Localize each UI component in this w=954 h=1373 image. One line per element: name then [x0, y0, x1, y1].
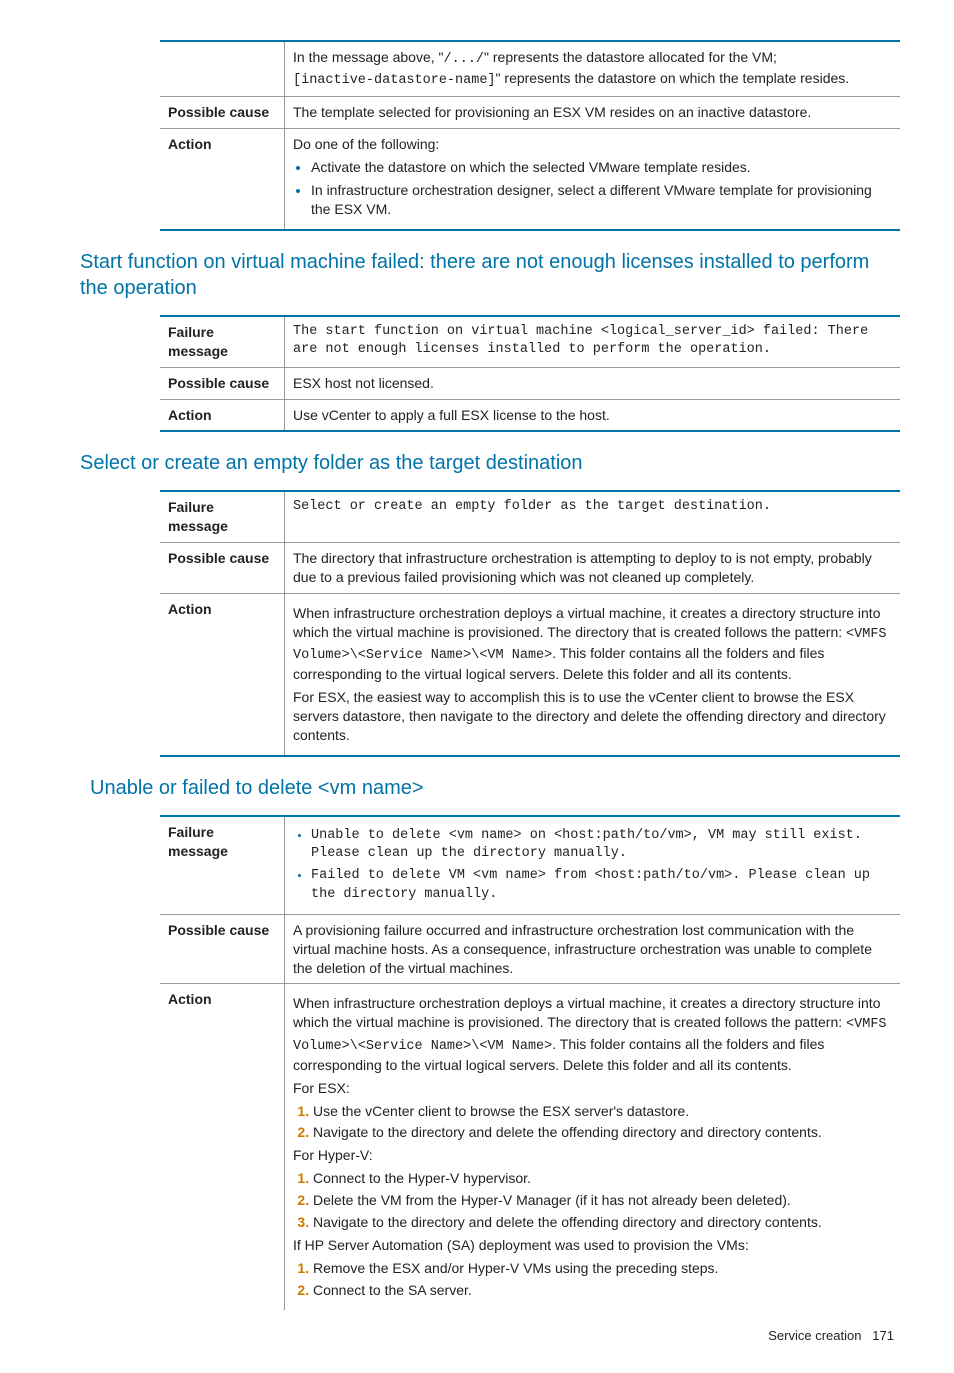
text: When infrastructure orchestration deploy… — [293, 605, 880, 640]
row-content: In the message above, "/.../" represents… — [285, 41, 901, 97]
list-item: Navigate to the directory and delete the… — [313, 1213, 892, 1232]
bullet-list: Unable to delete <vm name> on <host:path… — [293, 827, 892, 904]
list-item: Navigate to the directory and delete the… — [313, 1123, 892, 1142]
row-label: Possible cause — [160, 367, 285, 399]
text: " represents the datastore allocated for… — [484, 49, 777, 65]
list-item: Unable to delete <vm name> on <host:path… — [311, 827, 892, 863]
text: If HP Server Automation (SA) deployment … — [293, 1236, 892, 1255]
table-datastore: In the message above, "/.../" represents… — [160, 40, 900, 231]
list-item: Connect to the SA server. — [313, 1281, 892, 1300]
list-item: In infrastructure orchestration designer… — [311, 181, 892, 219]
row-label: Action — [160, 594, 285, 756]
table-row: Failure message The start function on vi… — [160, 316, 900, 367]
list-item: Connect to the Hyper-V hypervisor. — [313, 1169, 892, 1188]
table-row: Action Use vCenter to apply a full ESX l… — [160, 399, 900, 431]
row-label: Possible cause — [160, 914, 285, 984]
ordered-list: Use the vCenter client to browse the ESX… — [293, 1102, 892, 1143]
row-content: Select or create an empty folder as the … — [285, 491, 901, 542]
row-label: Failure message — [160, 816, 285, 914]
list-item: Use the vCenter client to browse the ESX… — [313, 1102, 892, 1121]
section-heading-unable-delete: Unable or failed to delete <vm name> — [90, 775, 899, 801]
row-content: Unable to delete <vm name> on <host:path… — [285, 816, 901, 914]
table-row: In the message above, "/.../" represents… — [160, 41, 900, 97]
row-label: Action — [160, 129, 285, 230]
row-content: A provisioning failure occurred and infr… — [285, 914, 901, 984]
code: /.../ — [444, 52, 485, 67]
row-content: The start function on virtual machine <l… — [285, 316, 901, 367]
footer-page-number: 171 — [872, 1328, 894, 1343]
page-footer: Service creation 171 — [80, 1328, 899, 1343]
row-label: Possible cause — [160, 97, 285, 129]
text: In the message above, " — [293, 49, 444, 65]
text: For Hyper-V: — [293, 1146, 892, 1165]
table-row: Possible cause The directory that infras… — [160, 543, 900, 594]
row-content: When infrastructure orchestration deploy… — [285, 594, 901, 756]
row-label: Failure message — [160, 316, 285, 367]
row-content: ESX host not licensed. — [285, 367, 901, 399]
list-item: Remove the ESX and/or Hyper-V VMs using … — [313, 1259, 892, 1278]
row-content: The directory that infrastructure orches… — [285, 543, 901, 594]
row-label: Action — [160, 399, 285, 431]
text: For ESX, the easiest way to accomplish t… — [293, 688, 892, 745]
list-item: Failed to delete VM <vm name> from <host… — [311, 867, 892, 903]
row-content: Use vCenter to apply a full ESX license … — [285, 399, 901, 431]
table-row: Action Do one of the following: Activate… — [160, 129, 900, 230]
table-empty-folder: Failure message Select or create an empt… — [160, 490, 900, 756]
table-row: Possible cause A provisioning failure oc… — [160, 914, 900, 984]
row-label — [160, 41, 285, 97]
table-unable-delete: Failure message Unable to delete <vm nam… — [160, 815, 900, 1310]
list-item: Activate the datastore on which the sele… — [311, 158, 892, 177]
code: [inactive-datastore-name] — [293, 73, 496, 88]
table-row: Action When infrastructure orchestration… — [160, 594, 900, 756]
ordered-list: Remove the ESX and/or Hyper-V VMs using … — [293, 1259, 892, 1300]
text: When infrastructure orchestration deploy… — [293, 995, 880, 1030]
ordered-list: Connect to the Hyper-V hypervisor. Delet… — [293, 1169, 892, 1232]
list-item: Delete the VM from the Hyper-V Manager (… — [313, 1191, 892, 1210]
row-content: When infrastructure orchestration deploy… — [285, 984, 901, 1310]
footer-section: Service creation — [768, 1328, 861, 1343]
table-row: Failure message Select or create an empt… — [160, 491, 900, 542]
row-content: The template selected for provisioning a… — [285, 97, 901, 129]
text: For ESX: — [293, 1079, 892, 1098]
row-content: Do one of the following: Activate the da… — [285, 129, 901, 230]
table-row: Action When infrastructure orchestration… — [160, 984, 900, 1310]
row-label: Possible cause — [160, 543, 285, 594]
table-row: Failure message Unable to delete <vm nam… — [160, 816, 900, 914]
text: " represents the datastore on which the … — [496, 70, 850, 86]
bullet-list: Activate the datastore on which the sele… — [293, 158, 892, 219]
table-start-function: Failure message The start function on vi… — [160, 315, 900, 433]
row-label: Failure message — [160, 491, 285, 542]
section-heading-start-function: Start function on virtual machine failed… — [80, 249, 899, 301]
table-row: Possible cause The template selected for… — [160, 97, 900, 129]
table-row: Possible cause ESX host not licensed. — [160, 367, 900, 399]
row-label: Action — [160, 984, 285, 1310]
section-heading-empty-folder: Select or create an empty folder as the … — [80, 450, 899, 476]
text: Do one of the following: — [293, 136, 439, 152]
